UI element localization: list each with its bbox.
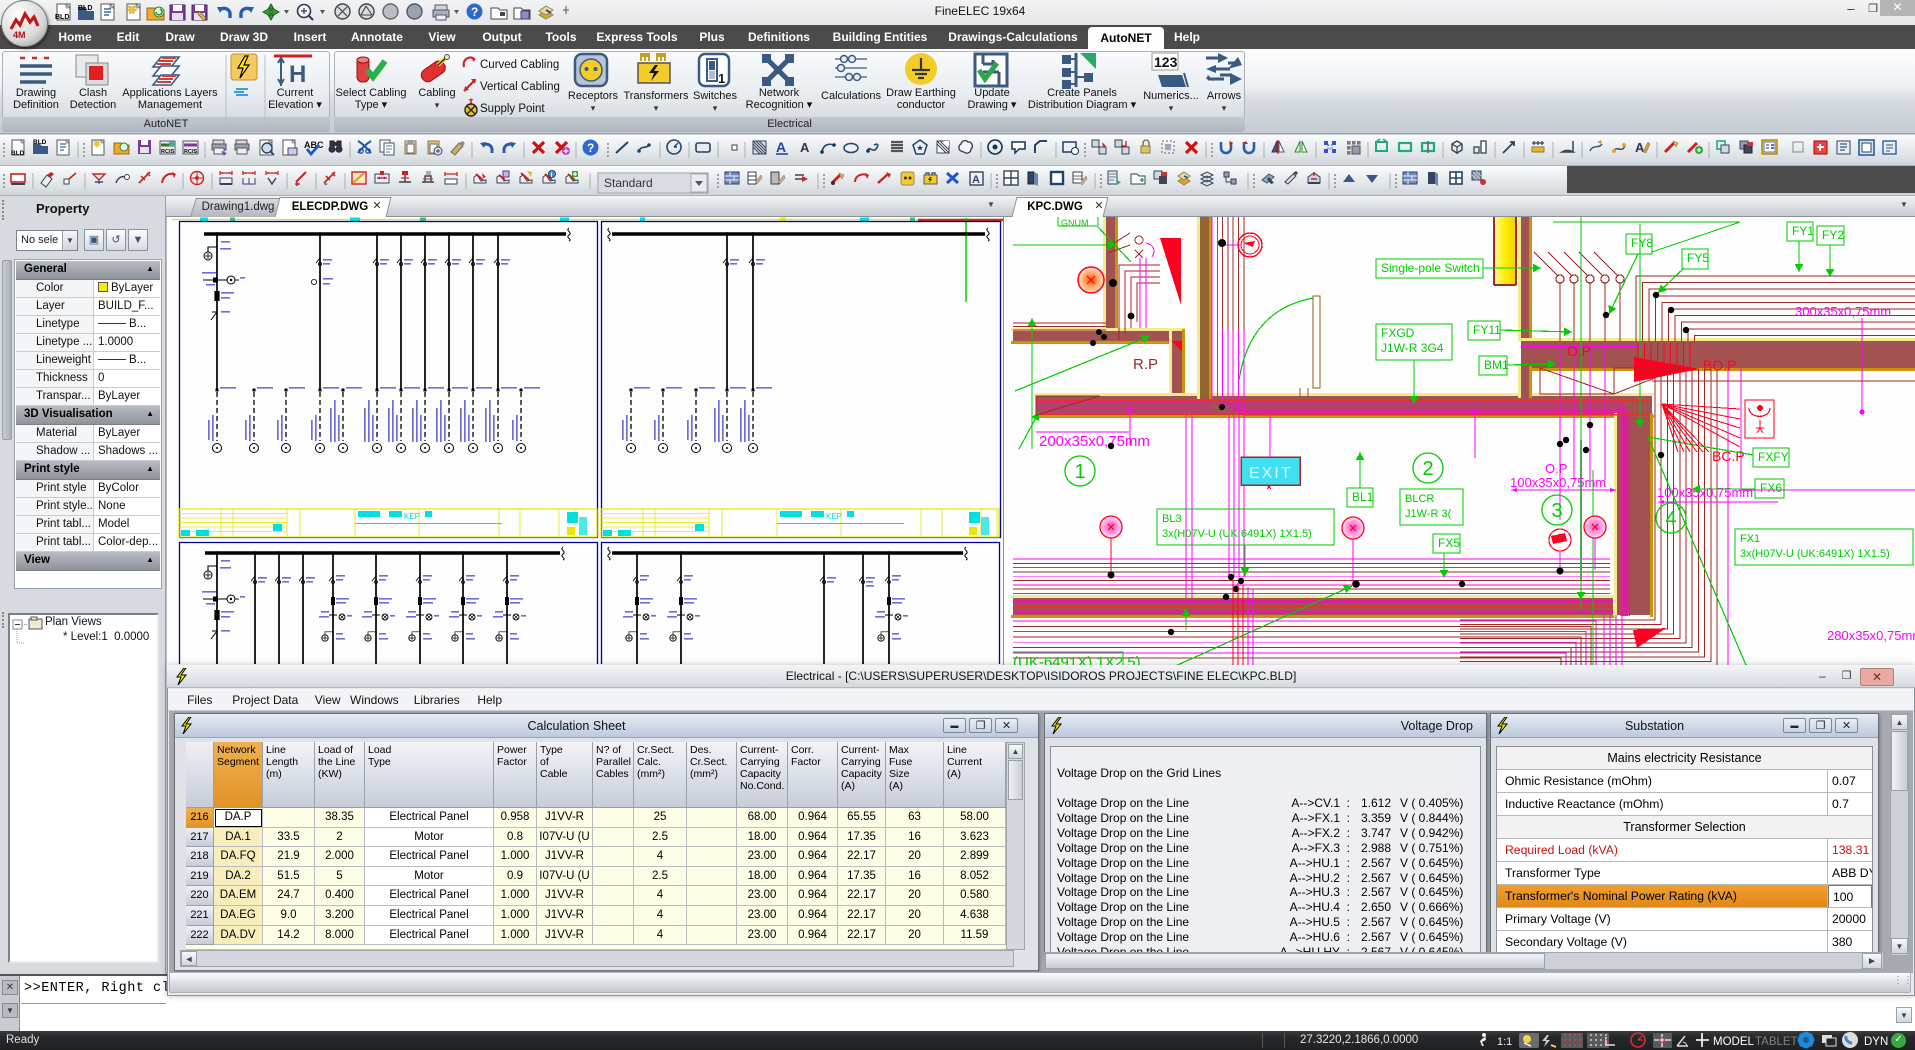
svg-text:KEP: KEP xyxy=(826,512,842,521)
svg-text:ABC: ABC xyxy=(304,140,324,150)
svg-text:EXIT: EXIT xyxy=(1249,465,1293,482)
svg-text:▾: ▾ xyxy=(1169,103,1174,113)
svg-text:FY5: FY5 xyxy=(1687,251,1709,265)
svg-text:Receptors: Receptors xyxy=(568,90,619,102)
svg-text:Curved Cabling: Curved Cabling xyxy=(480,59,559,71)
svg-text:FXFY: FXFY xyxy=(1758,450,1789,464)
svg-text:FX1: FX1 xyxy=(1740,533,1760,545)
svg-text:Transformers: Transformers xyxy=(624,90,689,102)
svg-text:Definition: Definition xyxy=(13,99,59,111)
svg-text:FXGD: FXGD xyxy=(1381,326,1415,340)
svg-text:Supply Point: Supply Point xyxy=(480,103,545,115)
svg-text:Recognition ▾: Recognition ▾ xyxy=(746,99,813,111)
svg-text:Management: Management xyxy=(138,99,202,111)
svg-text:conductor: conductor xyxy=(897,99,946,111)
svg-text:RCIS: RCIS xyxy=(184,149,197,155)
svg-text:Network: Network xyxy=(759,87,800,99)
svg-text:Current: Current xyxy=(277,87,314,99)
svg-text:BLD: BLD xyxy=(78,5,92,12)
svg-text:▾: ▾ xyxy=(713,103,718,113)
svg-text:2: 2 xyxy=(1422,458,1433,480)
svg-text:A: A xyxy=(1635,140,1645,155)
svg-text:FY2: FY2 xyxy=(1822,228,1844,242)
svg-text:H: H xyxy=(289,61,306,88)
svg-text:4M: 4M xyxy=(13,30,26,40)
svg-text:3: 3 xyxy=(1551,500,1562,522)
svg-text:BLD: BLD xyxy=(33,139,47,146)
svg-text:DYN: DYN xyxy=(1864,1036,1888,1048)
svg-text:A: A xyxy=(972,174,980,186)
svg-text:KEP: KEP xyxy=(404,512,420,521)
svg-text:J1W-R 3G4: J1W-R 3G4 xyxy=(1381,341,1444,355)
svg-text:Cabling: Cabling xyxy=(418,87,455,99)
svg-text:300x35x0,75mm: 300x35x0,75mm xyxy=(1795,304,1891,319)
svg-text:Distribution Diagram ▾: Distribution Diagram ▾ xyxy=(1028,99,1137,111)
svg-text:FY1: FY1 xyxy=(1792,224,1814,238)
svg-text:▾: ▾ xyxy=(1222,103,1227,113)
svg-text:Type ▾: Type ▾ xyxy=(355,99,388,111)
svg-text:O.P: O.P xyxy=(1567,343,1591,359)
svg-text:J1W-R 3(: J1W-R 3( xyxy=(1405,508,1452,520)
svg-text:123: 123 xyxy=(1154,54,1178,70)
svg-text:Standard: Standard xyxy=(604,176,653,190)
svg-text:Numerics...: Numerics... xyxy=(1143,90,1199,102)
svg-text:Clash: Clash xyxy=(79,87,107,99)
svg-text:280x35x0,75mm: 280x35x0,75mm xyxy=(1827,628,1915,643)
svg-text:Switches: Switches xyxy=(693,90,738,102)
svg-text:Vertical Cabling: Vertical Cabling xyxy=(480,81,560,93)
svg-text:200x35x0,75mm: 200x35x0,75mm xyxy=(1039,433,1150,450)
svg-text:▾: ▾ xyxy=(435,100,440,110)
svg-text:BLCR: BLCR xyxy=(1405,493,1434,505)
svg-text:▾: ▾ xyxy=(591,103,596,113)
svg-text:Update: Update xyxy=(974,87,1009,99)
svg-text:4: 4 xyxy=(1665,508,1676,530)
svg-text:3x(H07V-U (UK:6491X) 1X1.5): 3x(H07V-U (UK:6491X) 1X1.5) xyxy=(1740,548,1890,560)
svg-text:FX6: FX6 xyxy=(1760,481,1782,495)
svg-text:?: ? xyxy=(587,141,594,155)
svg-text:1: 1 xyxy=(718,71,725,86)
svg-text:O.P: O.P xyxy=(1545,461,1567,476)
svg-text:MODEL: MODEL xyxy=(1713,1036,1755,1048)
svg-text:Select Cabling: Select Cabling xyxy=(336,87,407,99)
svg-text:BL3: BL3 xyxy=(1162,513,1182,525)
svg-text:Draw Earthing: Draw Earthing xyxy=(886,87,956,99)
svg-text:Drawing ▾: Drawing ▾ xyxy=(968,99,1017,111)
svg-text:1: 1 xyxy=(1074,461,1085,483)
svg-text:BLD: BLD xyxy=(11,150,25,157)
svg-text:BM1: BM1 xyxy=(1484,358,1509,372)
svg-text:Drawing: Drawing xyxy=(16,87,56,99)
svg-text:A: A xyxy=(800,140,810,155)
svg-text:Calculations: Calculations xyxy=(821,90,881,102)
svg-text:FY11: FY11 xyxy=(1473,323,1501,337)
svg-text:BO.P: BO.P xyxy=(1703,357,1736,373)
svg-text:Single-pole Switch: Single-pole Switch xyxy=(1381,261,1480,275)
svg-text:?: ? xyxy=(471,5,478,19)
svg-text:FX5: FX5 xyxy=(1438,536,1460,550)
svg-text:Detection: Detection xyxy=(70,99,116,111)
svg-text:FY8: FY8 xyxy=(1631,236,1653,250)
svg-text:Arrows: Arrows xyxy=(1207,90,1242,102)
svg-text:BL1: BL1 xyxy=(1352,490,1374,504)
svg-text:RCIS: RCIS xyxy=(161,149,174,155)
svg-text:1:1: 1:1 xyxy=(1497,1036,1512,1048)
svg-text:100x35x0,75mm: 100x35x0,75mm xyxy=(1510,475,1606,490)
svg-text:(UK-6491X) 1X2.5): (UK-6491X) 1X2.5) xyxy=(1013,654,1141,665)
svg-text:Create Panels: Create Panels xyxy=(1047,87,1117,99)
svg-text:3x(H07V-U (UK:6491X) 1X1.5): 3x(H07V-U (UK:6491X) 1X1.5) xyxy=(1162,528,1312,540)
svg-text:TABLET: TABLET xyxy=(1755,1036,1798,1048)
svg-text:Applications Layers: Applications Layers xyxy=(122,87,218,99)
svg-text:BLD: BLD xyxy=(55,14,69,21)
svg-text:Elevation ▾: Elevation ▾ xyxy=(268,99,322,111)
svg-text:▾: ▾ xyxy=(654,103,659,113)
svg-text:A: A xyxy=(776,139,786,155)
svg-text:i: i xyxy=(551,172,553,179)
svg-text:GNUM: GNUM xyxy=(1061,218,1089,228)
svg-text:R.P: R.P xyxy=(1133,356,1158,373)
